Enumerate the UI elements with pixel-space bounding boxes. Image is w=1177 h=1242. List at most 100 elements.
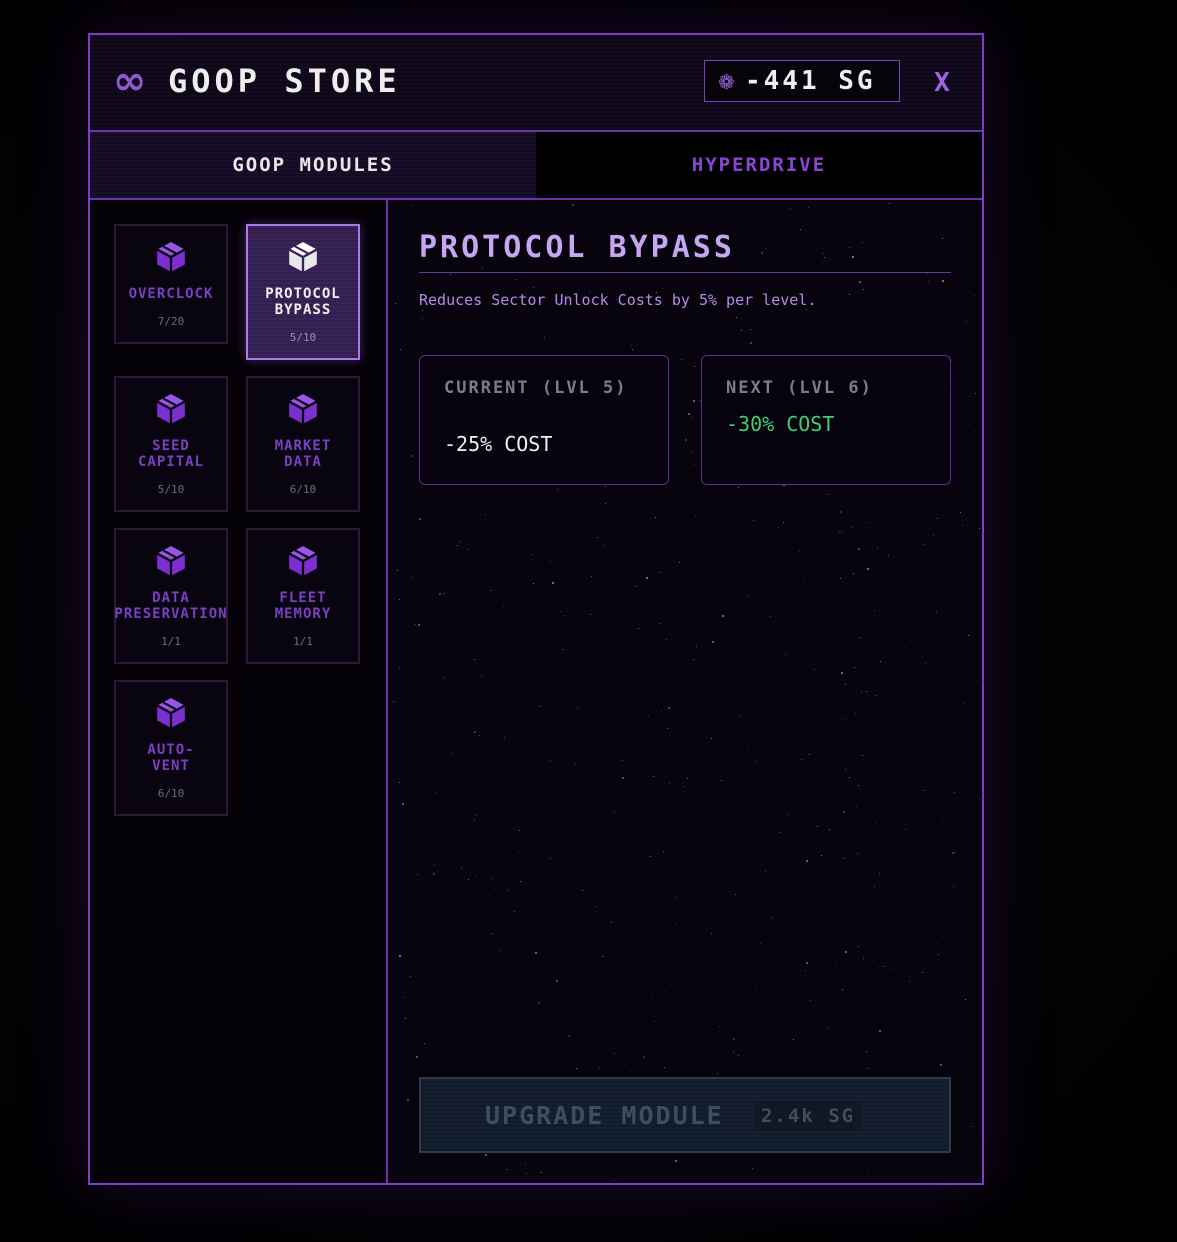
- module-overclock[interactable]: OVERCLOCK 7/20: [114, 224, 228, 344]
- store-tabs: GOOP MODULES HYPERDRIVE: [90, 132, 982, 200]
- star-speck: [969, 1126, 970, 1127]
- star-speck: [474, 731, 476, 733]
- star-speck: [822, 262, 823, 263]
- module-name: FLEET MEMORY: [274, 590, 332, 622]
- star-speck: [917, 515, 918, 516]
- star-speck: [810, 1000, 811, 1001]
- star-speck: [535, 952, 537, 954]
- star-speck: [880, 661, 881, 662]
- infinity-icon: ∞: [113, 58, 147, 104]
- star-speck: [800, 229, 801, 230]
- star-speck: [485, 514, 486, 515]
- star-speck: [721, 780, 722, 781]
- star-speck: [632, 349, 633, 350]
- star-speck: [508, 890, 509, 891]
- star-speck: [474, 659, 475, 660]
- star-speck: [397, 570, 398, 571]
- module-market-data[interactable]: MARKET DATA 6/10: [246, 376, 360, 512]
- star-speck: [779, 832, 780, 833]
- tab-goop-modules[interactable]: GOOP MODULES: [90, 132, 536, 198]
- module-seed-capital[interactable]: SEED CAPITAL 5/10: [114, 376, 228, 512]
- upgrade-cost-badge: 2.4k SG: [755, 1101, 862, 1131]
- star-speck: [835, 964, 836, 965]
- star-speck: [843, 811, 845, 813]
- star-speck: [415, 624, 416, 625]
- star-speck: [532, 554, 533, 555]
- module-auto-vent[interactable]: AUTO- VENT 6/10: [114, 680, 228, 816]
- star-speck: [861, 692, 862, 693]
- star-speck: [733, 1051, 734, 1052]
- star-speck: [668, 707, 670, 709]
- star-speck: [504, 737, 505, 738]
- star-speck: [491, 933, 492, 934]
- star-speck: [526, 1173, 527, 1174]
- star-speck: [572, 204, 574, 206]
- star-speck: [679, 562, 680, 563]
- star-speck: [857, 853, 858, 854]
- star-speck: [422, 318, 423, 319]
- star-speck: [599, 1067, 600, 1068]
- star-speck: [863, 289, 864, 290]
- star-speck: [804, 580, 805, 581]
- star-speck: [829, 829, 830, 830]
- module-protocol-bypass[interactable]: PROTOCOL BYPASS 5/10: [246, 224, 360, 360]
- tab-hyperdrive[interactable]: HYPERDRIVE: [536, 132, 982, 198]
- star-speck: [938, 954, 939, 955]
- close-button[interactable]: X: [930, 67, 954, 99]
- star-speck: [563, 649, 564, 650]
- next-level-label: NEXT (LVL 6): [726, 378, 873, 398]
- star-speck: [761, 252, 763, 254]
- star-speck: [643, 1056, 645, 1058]
- cube-icon: [116, 240, 226, 274]
- star-speck: [591, 576, 592, 577]
- star-speck: [654, 1021, 655, 1022]
- star-speck: [853, 573, 854, 574]
- star-speck: [561, 611, 562, 612]
- star-speck: [866, 1051, 867, 1052]
- star-speck: [765, 248, 766, 249]
- star-speck: [750, 342, 752, 344]
- store-title: GOOP STORE: [168, 62, 401, 100]
- star-speck: [410, 976, 411, 977]
- star-speck: [508, 877, 509, 878]
- star-speck: [725, 606, 726, 607]
- star-speck: [606, 566, 607, 567]
- star-speck: [843, 858, 844, 859]
- star-speck: [550, 760, 551, 761]
- star-speck: [923, 790, 924, 791]
- star-speck: [790, 208, 791, 209]
- star-speck: [484, 650, 485, 651]
- goop-store-panel: ∞ GOOP STORE ❁ -441 SG X GOOP MODULES HY…: [88, 33, 984, 1185]
- star-speck: [693, 659, 694, 660]
- star-speck: [858, 785, 859, 786]
- star-speck: [482, 268, 483, 269]
- star-speck: [444, 593, 445, 594]
- star-speck: [712, 641, 714, 643]
- module-level: 6/10: [157, 787, 185, 800]
- star-speck: [852, 256, 854, 258]
- star-speck: [688, 413, 690, 415]
- star-speck: [577, 708, 578, 709]
- star-speck: [605, 486, 606, 487]
- star-speck: [840, 578, 841, 579]
- star-speck: [597, 537, 598, 538]
- module-level: 5/10: [157, 483, 185, 496]
- star-speck: [666, 639, 667, 640]
- cube-icon: [116, 544, 226, 578]
- star-speck: [692, 451, 693, 452]
- star-speck: [752, 1168, 753, 1169]
- star-speck: [765, 871, 766, 872]
- star-speck: [753, 520, 754, 521]
- star-speck: [955, 852, 956, 853]
- star-speck: [399, 667, 400, 668]
- module-fleet-memory[interactable]: FLEET MEMORY 1/1: [246, 528, 360, 664]
- star-speck: [575, 763, 576, 764]
- star-speck: [507, 1169, 508, 1170]
- star-speck: [867, 1068, 868, 1069]
- star-speck: [965, 999, 966, 1000]
- module-data-preservation[interactable]: DATA PRESERVATION 1/1: [114, 528, 228, 664]
- next-level-card: NEXT (LVL 6) -30% COST: [701, 355, 951, 485]
- upgrade-module-button[interactable]: UPGRADE MODULE 2.4k SG: [419, 1077, 951, 1153]
- star-speck: [809, 754, 810, 755]
- star-speck: [936, 611, 937, 612]
